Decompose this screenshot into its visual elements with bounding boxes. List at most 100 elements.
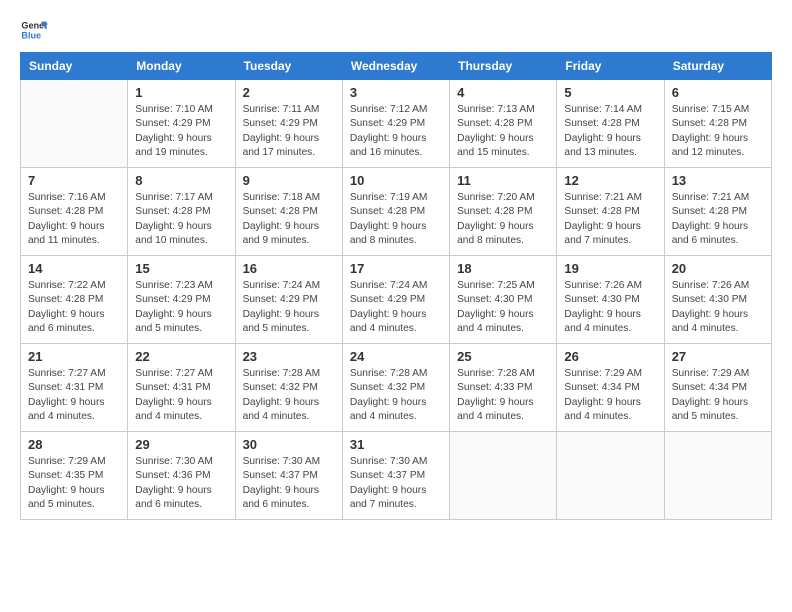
day-number: 1 — [135, 85, 227, 100]
day-info: Sunrise: 7:10 AMSunset: 4:29 PMDaylight:… — [135, 103, 227, 160]
day-info: Sunrise: 7:29 AMSunset: 4:35 PMDaylight:… — [28, 455, 120, 512]
calendar-cell: 29 Sunrise: 7:30 AMSunset: 4:36 PMDayligh… — [128, 432, 235, 520]
day-number: 4 — [457, 85, 549, 100]
weekday-header-monday: Monday — [128, 53, 235, 80]
calendar-cell: 31 Sunrise: 7:30 AMSunset: 4:37 PMDayligh… — [342, 432, 449, 520]
calendar-cell: 17 Sunrise: 7:24 AMSunset: 4:29 PMDayligh… — [342, 256, 449, 344]
calendar-cell — [21, 80, 128, 168]
day-info: Sunrise: 7:11 AMSunset: 4:29 PMDaylight:… — [243, 103, 335, 160]
calendar-cell: 27 Sunrise: 7:29 AMSunset: 4:34 PMDayligh… — [664, 344, 771, 432]
day-number: 15 — [135, 261, 227, 276]
day-number: 13 — [672, 173, 764, 188]
weekday-header-saturday: Saturday — [664, 53, 771, 80]
day-info: Sunrise: 7:14 AMSunset: 4:28 PMDaylight:… — [564, 103, 656, 160]
calendar-cell: 18 Sunrise: 7:25 AMSunset: 4:30 PMDayligh… — [450, 256, 557, 344]
day-info: Sunrise: 7:20 AMSunset: 4:28 PMDaylight:… — [457, 191, 549, 248]
day-info: Sunrise: 7:15 AMSunset: 4:28 PMDaylight:… — [672, 103, 764, 160]
day-info: Sunrise: 7:17 AMSunset: 4:28 PMDaylight:… — [135, 191, 227, 248]
calendar-cell: 19Sunrise: 7:26 AMSunset: 4:30 PMDayligh… — [557, 256, 664, 344]
calendar-cell: 7 Sunrise: 7:16 AMSunset: 4:28 PMDaylight… — [21, 168, 128, 256]
day-info: Sunrise: 7:27 AMSunset: 4:31 PMDaylight:… — [135, 367, 227, 424]
logo: General Blue — [20, 16, 52, 44]
calendar-cell — [450, 432, 557, 520]
calendar-week-2: 7 Sunrise: 7:16 AMSunset: 4:28 PMDaylight… — [21, 168, 772, 256]
day-info: Sunrise: 7:21 AMSunset: 4:28 PMDaylight:… — [564, 191, 656, 248]
day-number: 22 — [135, 349, 227, 364]
weekday-header-thursday: Thursday — [450, 53, 557, 80]
calendar-cell: 10 Sunrise: 7:19 AMSunset: 4:28 PMDayligh… — [342, 168, 449, 256]
weekday-header-tuesday: Tuesday — [235, 53, 342, 80]
day-number: 23 — [243, 349, 335, 364]
day-number: 27 — [672, 349, 764, 364]
calendar-cell: 21 Sunrise: 7:27 AMSunset: 4:31 PMDayligh… — [21, 344, 128, 432]
day-info: Sunrise: 7:25 AMSunset: 4:30 PMDaylight:… — [457, 279, 549, 336]
calendar-cell: 12 Sunrise: 7:21 AMSunset: 4:28 PMDayligh… — [557, 168, 664, 256]
calendar-cell: 5 Sunrise: 7:14 AMSunset: 4:28 PMDaylight… — [557, 80, 664, 168]
day-info: Sunrise: 7:29 AMSunset: 4:34 PMDaylight:… — [672, 367, 764, 424]
calendar-cell: 20Sunrise: 7:26 AMSunset: 4:30 PMDayligh… — [664, 256, 771, 344]
day-info: Sunrise: 7:30 AMSunset: 4:37 PMDaylight:… — [243, 455, 335, 512]
calendar-cell: 14 Sunrise: 7:22 AMSunset: 4:28 PMDayligh… — [21, 256, 128, 344]
calendar-cell: 22 Sunrise: 7:27 AMSunset: 4:31 PMDayligh… — [128, 344, 235, 432]
calendar-cell: 23 Sunrise: 7:28 AMSunset: 4:32 PMDayligh… — [235, 344, 342, 432]
calendar-cell: 15 Sunrise: 7:23 AMSunset: 4:29 PMDayligh… — [128, 256, 235, 344]
day-number: 31 — [350, 437, 442, 452]
day-number: 17 — [350, 261, 442, 276]
weekday-header-sunday: Sunday — [21, 53, 128, 80]
day-info: Sunrise: 7:24 AMSunset: 4:29 PMDaylight:… — [350, 279, 442, 336]
day-number: 14 — [28, 261, 120, 276]
day-info: Sunrise: 7:27 AMSunset: 4:31 PMDaylight:… — [28, 367, 120, 424]
calendar-cell: 4Sunrise: 7:13 AMSunset: 4:28 PMDaylight… — [450, 80, 557, 168]
calendar-cell: 24 Sunrise: 7:28 AMSunset: 4:32 PMDayligh… — [342, 344, 449, 432]
day-number: 11 — [457, 173, 549, 188]
calendar-cell — [664, 432, 771, 520]
calendar-cell: 11 Sunrise: 7:20 AMSunset: 4:28 PMDayligh… — [450, 168, 557, 256]
weekday-header-friday: Friday — [557, 53, 664, 80]
svg-text:Blue: Blue — [21, 30, 41, 40]
calendar-cell: 3Sunrise: 7:12 AMSunset: 4:29 PMDaylight… — [342, 80, 449, 168]
day-info: Sunrise: 7:22 AMSunset: 4:28 PMDaylight:… — [28, 279, 120, 336]
calendar-table: SundayMondayTuesdayWednesdayThursdayFrid… — [20, 52, 772, 520]
day-info: Sunrise: 7:19 AMSunset: 4:28 PMDaylight:… — [350, 191, 442, 248]
day-number: 29 — [135, 437, 227, 452]
calendar-week-4: 21 Sunrise: 7:27 AMSunset: 4:31 PMDayligh… — [21, 344, 772, 432]
day-number: 7 — [28, 173, 120, 188]
page-header: General Blue — [20, 16, 772, 44]
calendar-cell: 1 Sunrise: 7:10 AMSunset: 4:29 PMDaylight… — [128, 80, 235, 168]
day-number: 10 — [350, 173, 442, 188]
day-number: 21 — [28, 349, 120, 364]
day-info: Sunrise: 7:12 AMSunset: 4:29 PMDaylight:… — [350, 103, 442, 160]
day-number: 12 — [564, 173, 656, 188]
day-info: Sunrise: 7:18 AMSunset: 4:28 PMDaylight:… — [243, 191, 335, 248]
day-number: 24 — [350, 349, 442, 364]
day-info: Sunrise: 7:23 AMSunset: 4:29 PMDaylight:… — [135, 279, 227, 336]
day-number: 18 — [457, 261, 549, 276]
calendar-week-5: 28Sunrise: 7:29 AMSunset: 4:35 PMDayligh… — [21, 432, 772, 520]
calendar-cell: 30 Sunrise: 7:30 AMSunset: 4:37 PMDayligh… — [235, 432, 342, 520]
calendar-cell: 13 Sunrise: 7:21 AMSunset: 4:28 PMDayligh… — [664, 168, 771, 256]
calendar-cell: 6Sunrise: 7:15 AMSunset: 4:28 PMDaylight… — [664, 80, 771, 168]
logo-icon: General Blue — [20, 16, 48, 44]
day-number: 2 — [243, 85, 335, 100]
day-info: Sunrise: 7:29 AMSunset: 4:34 PMDaylight:… — [564, 367, 656, 424]
day-info: Sunrise: 7:24 AMSunset: 4:29 PMDaylight:… — [243, 279, 335, 336]
day-info: Sunrise: 7:16 AMSunset: 4:28 PMDaylight:… — [28, 191, 120, 248]
day-info: Sunrise: 7:28 AMSunset: 4:32 PMDaylight:… — [243, 367, 335, 424]
day-number: 16 — [243, 261, 335, 276]
calendar-week-3: 14 Sunrise: 7:22 AMSunset: 4:28 PMDayligh… — [21, 256, 772, 344]
weekday-header-wednesday: Wednesday — [342, 53, 449, 80]
day-info: Sunrise: 7:28 AMSunset: 4:32 PMDaylight:… — [350, 367, 442, 424]
day-number: 5 — [564, 85, 656, 100]
calendar-cell: 2 Sunrise: 7:11 AMSunset: 4:29 PMDaylight… — [235, 80, 342, 168]
day-number: 19 — [564, 261, 656, 276]
day-number: 8 — [135, 173, 227, 188]
day-info: Sunrise: 7:28 AMSunset: 4:33 PMDaylight:… — [457, 367, 549, 424]
calendar-cell: 25Sunrise: 7:28 AMSunset: 4:33 PMDayligh… — [450, 344, 557, 432]
day-info: Sunrise: 7:30 AMSunset: 4:37 PMDaylight:… — [350, 455, 442, 512]
day-number: 30 — [243, 437, 335, 452]
day-info: Sunrise: 7:21 AMSunset: 4:28 PMDaylight:… — [672, 191, 764, 248]
calendar-cell: 16 Sunrise: 7:24 AMSunset: 4:29 PMDayligh… — [235, 256, 342, 344]
day-info: Sunrise: 7:30 AMSunset: 4:36 PMDaylight:… — [135, 455, 227, 512]
calendar-cell: 26Sunrise: 7:29 AMSunset: 4:34 PMDayligh… — [557, 344, 664, 432]
calendar-cell: 8 Sunrise: 7:17 AMSunset: 4:28 PMDaylight… — [128, 168, 235, 256]
